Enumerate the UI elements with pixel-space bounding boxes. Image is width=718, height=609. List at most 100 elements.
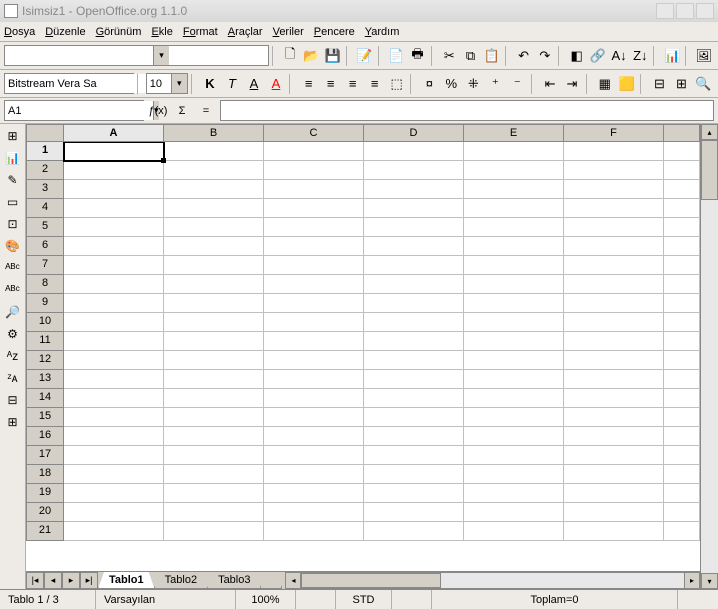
sort-desc-button[interactable]: Z↓ bbox=[630, 45, 650, 67]
cell-D11[interactable] bbox=[364, 332, 464, 351]
cell-B19[interactable] bbox=[164, 484, 264, 503]
row-header-8[interactable]: 8 bbox=[26, 275, 64, 294]
cell-B1[interactable] bbox=[164, 142, 264, 161]
cell-E20[interactable] bbox=[464, 503, 564, 522]
cell-E16[interactable] bbox=[464, 427, 564, 446]
cell-E11[interactable] bbox=[464, 332, 564, 351]
row-button[interactable]: ⊟ bbox=[649, 73, 670, 95]
cell-extra-6[interactable] bbox=[664, 237, 700, 256]
side-form-button[interactable]: ▭ bbox=[2, 192, 24, 212]
cell-F5[interactable] bbox=[564, 218, 664, 237]
cell-C13[interactable] bbox=[264, 370, 364, 389]
cell-D15[interactable] bbox=[364, 408, 464, 427]
font-size-combo[interactable] bbox=[146, 73, 188, 94]
row-header-11[interactable]: 11 bbox=[26, 332, 64, 351]
cell-C6[interactable] bbox=[264, 237, 364, 256]
cell-F19[interactable] bbox=[564, 484, 664, 503]
cell-extra-3[interactable] bbox=[664, 180, 700, 199]
cell-extra-5[interactable] bbox=[664, 218, 700, 237]
row-header-6[interactable]: 6 bbox=[26, 237, 64, 256]
sheet-tab-2[interactable]: Tablo2 bbox=[154, 572, 208, 589]
cell-extra-8[interactable] bbox=[664, 275, 700, 294]
maximize-button[interactable] bbox=[676, 3, 694, 19]
increase-indent-button[interactable]: ⇥ bbox=[562, 73, 583, 95]
navigator-button[interactable]: ◧ bbox=[567, 45, 587, 67]
cell-A7[interactable] bbox=[64, 256, 164, 275]
cell-extra-7[interactable] bbox=[664, 256, 700, 275]
cell-A15[interactable] bbox=[64, 408, 164, 427]
italic-button[interactable]: T bbox=[221, 73, 242, 95]
cell-D4[interactable] bbox=[364, 199, 464, 218]
cell-B9[interactable] bbox=[164, 294, 264, 313]
side-spellcheck-button[interactable]: ᴬᴮᶜ bbox=[2, 258, 24, 278]
underline-button[interactable]: A bbox=[243, 73, 264, 95]
column-header-A[interactable]: A bbox=[64, 124, 164, 142]
menu-help[interactable]: Yardım bbox=[365, 26, 400, 38]
cell-extra-2[interactable] bbox=[664, 161, 700, 180]
cell-B14[interactable] bbox=[164, 389, 264, 408]
standard-format-button[interactable]: ⁜ bbox=[463, 73, 484, 95]
cell-B2[interactable] bbox=[164, 161, 264, 180]
row-header-17[interactable]: 17 bbox=[26, 446, 64, 465]
bold-button[interactable]: K bbox=[200, 73, 221, 95]
cell-C4[interactable] bbox=[264, 199, 364, 218]
cell-D13[interactable] bbox=[364, 370, 464, 389]
cell-B8[interactable] bbox=[164, 275, 264, 294]
side-autospell-button[interactable]: ᴬᴮᶜ bbox=[2, 280, 24, 300]
column-header-B[interactable]: B bbox=[164, 124, 264, 142]
side-autoformat-button[interactable]: ⊡ bbox=[2, 214, 24, 234]
url-combo[interactable] bbox=[4, 45, 269, 66]
cell-F6[interactable] bbox=[564, 237, 664, 256]
open-button[interactable]: 📂 bbox=[301, 45, 321, 67]
cell-C11[interactable] bbox=[264, 332, 364, 351]
cut-button[interactable]: ✂ bbox=[439, 45, 459, 67]
cell-D18[interactable] bbox=[364, 465, 464, 484]
font-color-button[interactable]: A bbox=[265, 73, 286, 95]
add-decimal-button[interactable]: ⁺ bbox=[485, 73, 506, 95]
cell-C16[interactable] bbox=[264, 427, 364, 446]
row-header-19[interactable]: 19 bbox=[26, 484, 64, 503]
cell-F2[interactable] bbox=[564, 161, 664, 180]
close-button[interactable] bbox=[696, 3, 714, 19]
formula-input[interactable] bbox=[220, 100, 714, 121]
cell-B12[interactable] bbox=[164, 351, 264, 370]
row-header-9[interactable]: 9 bbox=[26, 294, 64, 313]
menu-window[interactable]: Pencere bbox=[314, 26, 355, 38]
row-header-16[interactable]: 16 bbox=[26, 427, 64, 446]
redo-button[interactable]: ↷ bbox=[535, 45, 555, 67]
side-ungroup-button[interactable]: ⊞ bbox=[2, 412, 24, 432]
cell-C3[interactable] bbox=[264, 180, 364, 199]
menu-tools[interactable]: Araçlar bbox=[228, 26, 263, 38]
status-mode[interactable]: STD bbox=[336, 590, 392, 609]
cell-D8[interactable] bbox=[364, 275, 464, 294]
cell-F11[interactable] bbox=[564, 332, 664, 351]
save-button[interactable]: 💾 bbox=[323, 45, 343, 67]
paste-button[interactable]: 📋 bbox=[482, 45, 502, 67]
cell-C18[interactable] bbox=[264, 465, 364, 484]
cell-extra-1[interactable] bbox=[664, 142, 700, 161]
cell-F1[interactable] bbox=[564, 142, 664, 161]
cell-C12[interactable] bbox=[264, 351, 364, 370]
menu-insert[interactable]: Ekle bbox=[151, 26, 172, 38]
cell-B15[interactable] bbox=[164, 408, 264, 427]
side-chart-button[interactable]: 📊 bbox=[2, 148, 24, 168]
align-justify-button[interactable]: ≡ bbox=[364, 73, 385, 95]
sheet-tab-3[interactable]: Tablo3 bbox=[207, 572, 261, 589]
cell-A14[interactable] bbox=[64, 389, 164, 408]
row-header-2[interactable]: 2 bbox=[26, 161, 64, 180]
row-header-4[interactable]: 4 bbox=[26, 199, 64, 218]
cell-F16[interactable] bbox=[564, 427, 664, 446]
cell-B18[interactable] bbox=[164, 465, 264, 484]
background-color-button[interactable]: 🟨 bbox=[616, 73, 637, 95]
menu-format[interactable]: Format bbox=[183, 26, 218, 38]
cell-A12[interactable] bbox=[64, 351, 164, 370]
cell-E2[interactable] bbox=[464, 161, 564, 180]
cell-extra-21[interactable] bbox=[664, 522, 700, 541]
align-right-button[interactable]: ≡ bbox=[342, 73, 363, 95]
cell-D17[interactable] bbox=[364, 446, 464, 465]
cell-F13[interactable] bbox=[564, 370, 664, 389]
currency-button[interactable]: ¤ bbox=[419, 73, 440, 95]
cell-F8[interactable] bbox=[564, 275, 664, 294]
cell-A2[interactable] bbox=[64, 161, 164, 180]
cell-F14[interactable] bbox=[564, 389, 664, 408]
